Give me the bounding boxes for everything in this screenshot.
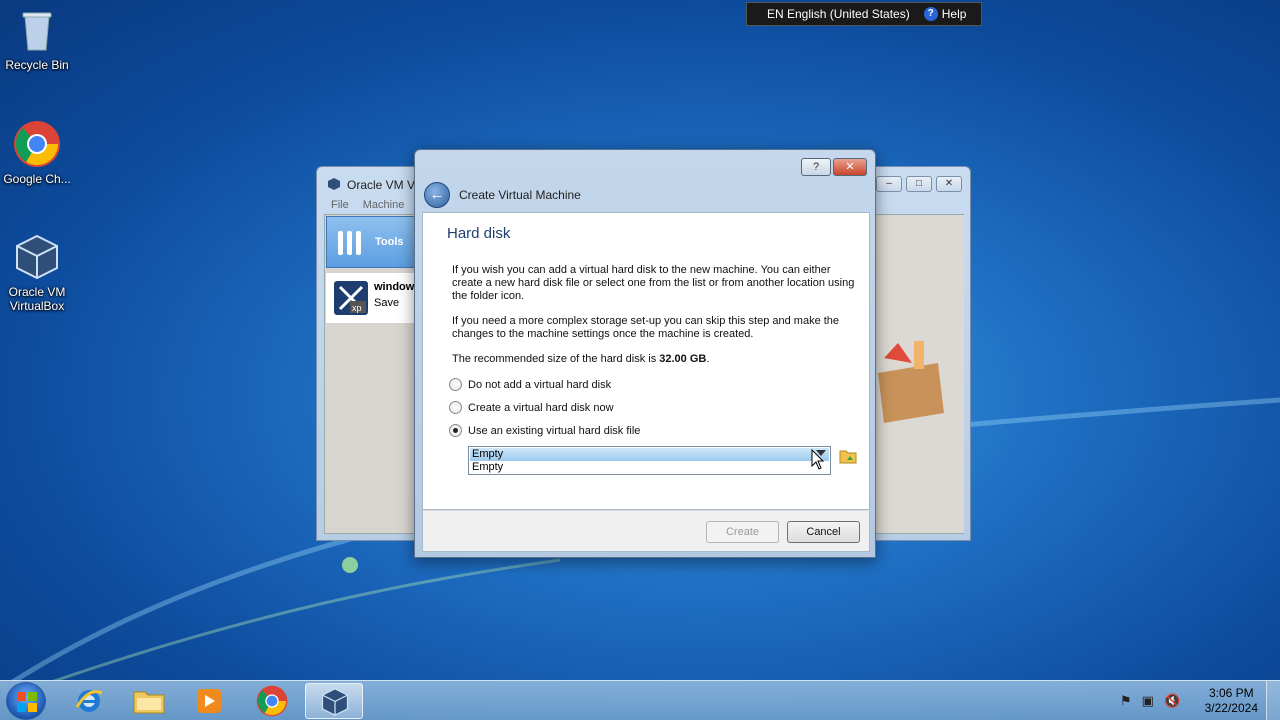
help-icon[interactable]: ? bbox=[923, 7, 938, 21]
recommended-suffix: . bbox=[706, 353, 710, 365]
taskbar-file-explorer[interactable] bbox=[120, 683, 178, 719]
dialog-body: Hard disk If you wish you can add a virt… bbox=[422, 212, 870, 510]
window-title: Oracle VM Vi bbox=[347, 178, 418, 192]
radio-button-checked[interactable] bbox=[449, 424, 462, 437]
vm-list-item[interactable]: xp window Save bbox=[326, 273, 418, 323]
desktop-icon-label: Oracle VM VirtualBox bbox=[8, 285, 66, 313]
maximize-button[interactable]: □ bbox=[906, 176, 932, 192]
dialog-help-button[interactable]: ? bbox=[801, 158, 831, 176]
vm-state: Save bbox=[374, 297, 400, 309]
media-player-icon bbox=[197, 689, 221, 713]
network-icon[interactable]: ▣ bbox=[1142, 693, 1154, 709]
start-button[interactable] bbox=[6, 682, 46, 720]
taskbar: ⚑ ▣ 🔇 3:06 PM 3/22/2024 bbox=[0, 680, 1280, 720]
desktop-icon-google-chrome[interactable]: Google Ch... bbox=[0, 120, 74, 186]
tools-item[interactable]: Tools bbox=[326, 216, 418, 268]
radio-button[interactable] bbox=[449, 378, 462, 391]
language-label[interactable]: EN English (United States) bbox=[767, 7, 910, 21]
close-button[interactable]: ✕ bbox=[936, 176, 962, 192]
menu-bar: File Machine bbox=[331, 199, 404, 211]
create-vm-dialog: ? ✕ ← Create Virtual Machine Hard disk I… bbox=[414, 149, 876, 558]
internet-explorer-icon bbox=[75, 690, 103, 712]
windows-logo-icon bbox=[17, 692, 37, 712]
radio-button[interactable] bbox=[449, 401, 462, 414]
details-pane bbox=[878, 215, 964, 533]
mouse-cursor-icon bbox=[811, 449, 825, 470]
dialog-title: Create Virtual Machine bbox=[459, 188, 581, 202]
window-controls: – □ ✕ bbox=[876, 176, 962, 192]
radio-label: Create a virtual hard disk now bbox=[468, 401, 614, 414]
existing-disk-combo[interactable]: Empty Empty bbox=[468, 446, 831, 475]
menu-machine[interactable]: Machine bbox=[363, 199, 405, 211]
windows-xp-vm-icon: xp bbox=[334, 281, 368, 315]
language-bar[interactable]: EN English (United States) ? Help bbox=[746, 2, 982, 26]
desktop-icon-label: Recycle Bin bbox=[5, 58, 69, 72]
chrome-icon bbox=[256, 685, 288, 717]
tools-icon bbox=[338, 231, 361, 255]
toolbox-illustration bbox=[878, 341, 944, 423]
clock[interactable]: 3:06 PM 3/22/2024 bbox=[1205, 686, 1258, 716]
help-label[interactable]: Help bbox=[942, 7, 967, 21]
folder-icon[interactable] bbox=[839, 448, 857, 464]
desktop-icon-virtualbox[interactable]: Oracle VM VirtualBox bbox=[0, 233, 74, 313]
combo-list-item[interactable]: Empty bbox=[470, 461, 829, 474]
folder-icon bbox=[133, 691, 165, 714]
radio-create-disk[interactable]: Create a virtual hard disk now bbox=[449, 401, 614, 414]
dialog-header: ← Create Virtual Machine bbox=[422, 178, 870, 212]
vm-name: window bbox=[374, 281, 415, 293]
show-desktop-button[interactable] bbox=[1266, 681, 1280, 720]
radio-no-disk[interactable]: Do not add a virtual hard disk bbox=[449, 378, 611, 391]
action-center-flag-icon[interactable]: ⚑ bbox=[1120, 693, 1132, 709]
recommended-prefix: The recommended size of the hard disk is bbox=[452, 353, 660, 365]
back-button[interactable]: ← bbox=[424, 182, 450, 208]
combo-selected-value[interactable]: Empty bbox=[470, 448, 829, 461]
dialog-close-button[interactable]: ✕ bbox=[833, 158, 867, 176]
virtualbox-icon bbox=[321, 688, 349, 716]
chrome-icon bbox=[13, 120, 61, 168]
volume-muted-icon[interactable]: 🔇 bbox=[1164, 693, 1180, 709]
create-button[interactable]: Create bbox=[706, 521, 779, 543]
desktop-icon-recycle-bin[interactable]: Recycle Bin bbox=[0, 6, 74, 72]
desktop-icon-label: Google Ch... bbox=[3, 172, 71, 186]
taskbar-media-player[interactable] bbox=[180, 683, 238, 719]
page-title: Hard disk bbox=[447, 225, 511, 242]
taskbar-chrome[interactable] bbox=[243, 683, 301, 719]
minimize-button[interactable]: – bbox=[876, 176, 902, 192]
intro-paragraph: If you wish you can add a virtual hard d… bbox=[452, 264, 855, 302]
clock-date: 3/22/2024 bbox=[1204, 701, 1258, 715]
radio-label: Use an existing virtual hard disk file bbox=[468, 424, 641, 437]
recycle-bin-icon bbox=[13, 6, 61, 54]
cancel-button[interactable]: Cancel bbox=[787, 521, 860, 543]
system-tray: ⚑ ▣ 🔇 bbox=[1120, 693, 1180, 709]
radio-existing-disk[interactable]: Use an existing virtual hard disk file bbox=[449, 424, 640, 437]
svg-text:xp: xp bbox=[352, 303, 362, 313]
virtualbox-icon bbox=[13, 233, 61, 281]
tools-label: Tools bbox=[375, 236, 404, 248]
dialog-controls: ? ✕ bbox=[801, 158, 867, 176]
dialog-footer: Create Cancel bbox=[422, 510, 870, 552]
radio-label: Do not add a virtual hard disk bbox=[468, 378, 612, 391]
advanced-paragraph: If you need a more complex storage set-u… bbox=[452, 315, 840, 340]
recommended-size-text: The recommended size of the hard disk is… bbox=[452, 353, 860, 366]
taskbar-internet-explorer[interactable] bbox=[60, 683, 118, 719]
taskbar-virtualbox[interactable] bbox=[305, 683, 363, 719]
virtualbox-title-icon bbox=[328, 178, 340, 190]
recommended-size: 32.00 GB bbox=[659, 353, 707, 365]
menu-file[interactable]: File bbox=[331, 199, 349, 211]
clock-time: 3:06 PM bbox=[1208, 686, 1254, 700]
